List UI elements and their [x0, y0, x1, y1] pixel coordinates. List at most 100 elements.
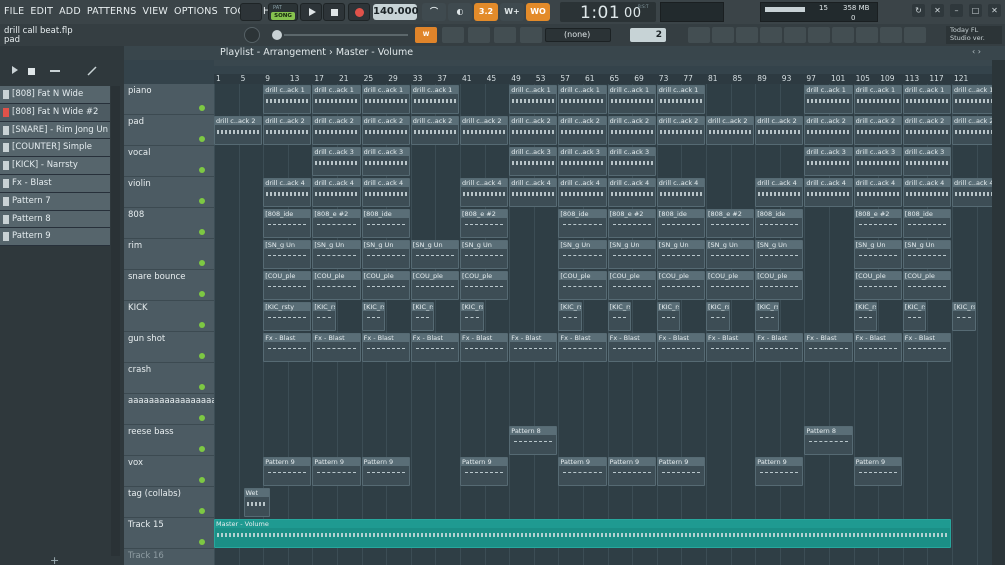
playlist-icon[interactable]: [688, 27, 710, 43]
pattern-clip[interactable]: drill c..ack 2: [952, 116, 992, 145]
pattern-clip[interactable]: [SN_g Un: [263, 240, 312, 269]
pattern-clip[interactable]: Fx - Blast: [509, 333, 558, 362]
pattern-clip[interactable]: Pattern 9: [558, 457, 607, 486]
pattern-clip[interactable]: [SN_g Un: [607, 240, 656, 269]
pattern-clip[interactable]: [808_ide: [755, 209, 804, 238]
pattern-clip[interactable]: [KIC_rsty: [263, 302, 312, 331]
pattern-clip[interactable]: drill c..ack 4: [804, 178, 853, 207]
master-volume-knob[interactable]: [244, 27, 260, 43]
undo-history-button[interactable]: W: [415, 27, 437, 43]
pattern-clip[interactable]: [SN_g Un: [706, 240, 755, 269]
browser-scrollbar[interactable]: [111, 86, 120, 556]
horizontal-scrollbar[interactable]: [214, 60, 992, 66]
menu-patterns[interactable]: PATTERNS: [87, 6, 137, 17]
pattern-clip[interactable]: drill c..ack 2: [656, 116, 705, 145]
pattern-clip[interactable]: Pattern 9: [755, 457, 804, 486]
playlist-section[interactable]: Master - Volume: [336, 47, 413, 58]
pattern-clip[interactable]: Fx - Blast: [755, 333, 804, 362]
channel-rack-icon[interactable]: [736, 27, 758, 43]
pattern-clip[interactable]: [SN_g Un: [558, 240, 607, 269]
pattern-clip[interactable]: drill c..ack 2: [410, 116, 459, 145]
pat-song-switch[interactable]: PAT SONG: [268, 3, 298, 21]
track-header[interactable]: pad: [124, 115, 214, 146]
pattern-clip[interactable]: [KIC_rsty: [706, 302, 730, 331]
pattern-clip[interactable]: Fx - Blast: [706, 333, 755, 362]
browser-item[interactable]: [KICK] - Narrsty: [0, 157, 110, 175]
play-button[interactable]: [300, 3, 322, 21]
pattern-clip[interactable]: Wet: [243, 488, 270, 517]
pattern-clip[interactable]: drill c..ack 4: [361, 178, 410, 207]
pattern-clip[interactable]: [COU_ple: [312, 271, 361, 300]
pattern-clip[interactable]: [COU_ple: [558, 271, 607, 300]
pattern-clip[interactable]: drill c..ack 1: [509, 85, 558, 114]
pattern-clip[interactable]: drill c..ack 1: [312, 85, 361, 114]
pattern-clip[interactable]: Pattern 9: [460, 457, 509, 486]
browser-item[interactable]: [COUNTER] Simple: [0, 139, 110, 158]
pattern-clip[interactable]: Fx - Blast: [853, 333, 902, 362]
track-header[interactable]: aaaaaaaaaaaaaaaaaah: [124, 394, 227, 425]
pattern-clip[interactable]: Fx - Blast: [460, 333, 509, 362]
pattern-clip[interactable]: [KIC_rsty: [460, 302, 484, 331]
pattern-clip[interactable]: drill c..ack 1: [656, 85, 705, 114]
pattern-clip[interactable]: drill c..ack 2: [804, 116, 853, 145]
pattern-clip[interactable]: [SN_g Un: [361, 240, 410, 269]
track-header[interactable]: rim: [124, 239, 214, 270]
track-header[interactable]: crash: [124, 363, 214, 394]
pattern-clip[interactable]: Fx - Blast: [263, 333, 312, 362]
pattern-clip[interactable]: drill c..ack 2: [361, 116, 410, 145]
track-mute-led-icon[interactable]: [199, 198, 205, 204]
pattern-clip[interactable]: drill c..ack 2: [509, 116, 558, 145]
pattern-clip[interactable]: [KIC_rsty: [853, 302, 878, 331]
pattern-clip[interactable]: [KIC_rsty: [755, 302, 779, 331]
pattern-clip[interactable]: Pattern 9: [312, 457, 361, 486]
pattern-clip[interactable]: [COU_ple: [706, 271, 755, 300]
track-header[interactable]: violin: [124, 177, 214, 208]
pattern-clip[interactable]: Pattern 9: [607, 457, 656, 486]
pattern-clip[interactable]: drill c..ack 1: [804, 85, 853, 114]
pattern-clip[interactable]: drill c..ack 4: [263, 178, 312, 207]
step-edit-button[interactable]: W+: [500, 3, 524, 21]
pattern-clip[interactable]: drill c..ack 2: [853, 116, 902, 145]
pattern-clip[interactable]: drill c..ack 2: [214, 116, 263, 145]
pattern-clip[interactable]: drill c..ack 2: [558, 116, 607, 145]
track-header[interactable]: vox: [124, 456, 214, 487]
pitch-slider-thumb[interactable]: [272, 30, 282, 40]
pattern-clip[interactable]: [SN_g Un: [656, 240, 705, 269]
shop-icon[interactable]: [904, 27, 926, 43]
menu-view[interactable]: VIEW: [143, 6, 169, 17]
pattern-clip[interactable]: [808_ide: [902, 209, 951, 238]
track-header[interactable]: Track 16: [124, 549, 214, 565]
track-mute-led-icon[interactable]: [199, 477, 205, 483]
pattern-clip[interactable]: drill c..ack 3: [361, 147, 410, 176]
maximize-icon[interactable]: □: [969, 4, 982, 17]
loop-record-button[interactable]: WO: [526, 3, 550, 21]
track-mute-led-icon[interactable]: [199, 353, 205, 359]
record-button[interactable]: [348, 3, 370, 21]
rocket-icon[interactable]: [880, 27, 902, 43]
link-icon[interactable]: [494, 27, 516, 43]
piano-roll-icon[interactable]: [712, 27, 734, 43]
stop-button[interactable]: [323, 3, 345, 21]
pattern-clip[interactable]: drill c..ack 1: [952, 85, 992, 114]
pattern-clip[interactable]: drill c..ack 4: [952, 178, 992, 207]
pattern-clip[interactable]: [COU_ple: [656, 271, 705, 300]
track-mute-led-icon[interactable]: [199, 446, 205, 452]
pattern-clip[interactable]: Fx - Blast: [902, 333, 951, 362]
browser-item[interactable]: [SNARE] - Rim Jong Un: [0, 121, 110, 140]
menu-options[interactable]: OPTIONS: [174, 6, 218, 17]
track-header[interactable]: piano: [124, 84, 214, 115]
track-mute-led-icon[interactable]: [199, 291, 205, 297]
pattern-clip[interactable]: Pattern 8: [804, 426, 853, 455]
pattern-clip[interactable]: drill c..ack 4: [460, 178, 509, 207]
pattern-clip[interactable]: [COU_ple: [361, 271, 410, 300]
pattern-clip[interactable]: [808_e #2: [312, 209, 361, 238]
track-mute-led-icon[interactable]: [199, 384, 205, 390]
pattern-clip[interactable]: [808_e #2: [460, 209, 509, 238]
browser-item[interactable]: Pattern 8: [0, 210, 110, 229]
pattern-clip[interactable]: drill c..ack 2: [902, 116, 951, 145]
track-header[interactable]: gun shot: [124, 332, 214, 363]
pattern-clip[interactable]: [COU_ple: [902, 271, 951, 300]
plugin-picker-icon[interactable]: [808, 27, 830, 43]
track-mute-led-icon[interactable]: [199, 136, 205, 142]
track-header[interactable]: KICK: [124, 301, 214, 332]
